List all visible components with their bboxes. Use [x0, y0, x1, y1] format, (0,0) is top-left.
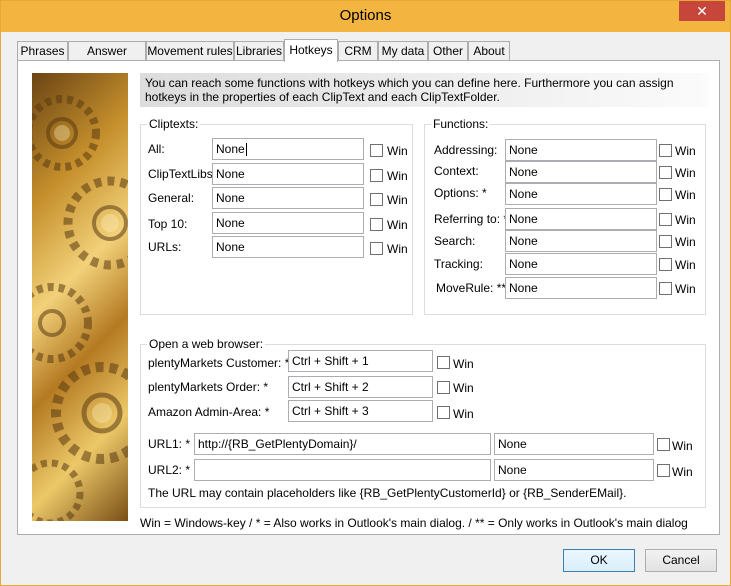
function-referring-win-checkbox[interactable] [659, 213, 672, 226]
plenty-order-win-label: Win [453, 381, 474, 395]
footnote: Win = Windows-key / * = Also works in Ou… [140, 516, 688, 530]
cliptext-general-input[interactable]: None [212, 187, 364, 209]
function-search-win-label: Win [675, 235, 696, 249]
cancel-button[interactable]: Cancel [645, 549, 717, 572]
tab-answer-details[interactable]: Answer details [68, 41, 146, 76]
function-context-win-checkbox[interactable] [659, 166, 672, 179]
url1-label: URL1: * [148, 437, 191, 451]
tab-phrases[interactable]: Phrases [17, 41, 68, 61]
functions-group: Functions: Addressing: None Win Context:… [424, 117, 706, 315]
url2-label: URL2: * [148, 463, 191, 477]
cliptext-all-win-checkbox[interactable] [370, 144, 383, 157]
cliptext-libs-label: ClipTextLibs: [148, 167, 217, 181]
cliptext-top10-label: Top 10: [148, 217, 188, 231]
function-context-win-label: Win [675, 166, 696, 180]
cliptexts-group: Cliptexts: All: None Win ClipTextLibs: N… [140, 117, 413, 315]
cliptext-urls-input[interactable]: None [212, 236, 364, 258]
function-moverule-win-checkbox[interactable] [659, 282, 672, 295]
function-referring-label: Referring to: * [434, 212, 509, 226]
gears-icon [32, 95, 128, 521]
function-context-label: Context: [434, 164, 479, 178]
tab-libraries[interactable]: Libraries [234, 41, 284, 61]
tab-other[interactable]: Other [428, 41, 468, 61]
plenty-order-label: plentyMarkets Order: * [148, 380, 269, 394]
gears-image [32, 73, 128, 521]
function-addressing-input[interactable]: None [505, 139, 657, 161]
url-placeholder-note: The URL may contain placeholders like {R… [148, 486, 627, 500]
functions-title: Functions: [431, 117, 491, 131]
web-browser-title: Open a web browser: [147, 337, 266, 351]
hotkeys-panel: You can reach some functions with hotkey… [17, 60, 720, 535]
function-tracking-label: Tracking: [434, 257, 483, 271]
function-options-win-checkbox[interactable] [659, 188, 672, 201]
cliptext-libs-win-checkbox[interactable] [370, 169, 383, 182]
function-options-input[interactable]: None [505, 183, 657, 205]
cliptext-all-label: All: [148, 142, 165, 156]
function-addressing-win-checkbox[interactable] [659, 144, 672, 157]
cliptext-all-win-label: Win [387, 144, 408, 158]
cliptext-urls-win-label: Win [387, 242, 408, 256]
title-bar[interactable]: Options ✕ [1, 1, 730, 32]
url1-win-checkbox[interactable] [657, 438, 670, 451]
amazon-admin-win-label: Win [453, 407, 474, 421]
function-addressing-label: Addressing: [434, 143, 498, 157]
function-context-input[interactable]: None [505, 161, 657, 183]
cliptext-libs-win-label: Win [387, 169, 408, 183]
url1-hotkey-input[interactable]: None [494, 433, 654, 455]
cliptext-general-win-checkbox[interactable] [370, 193, 383, 206]
cliptexts-title: Cliptexts: [147, 117, 201, 131]
plenty-customer-win-checkbox[interactable] [437, 356, 450, 369]
close-icon[interactable]: ✕ [679, 1, 725, 21]
function-moverule-input[interactable]: None [505, 277, 657, 299]
plenty-order-win-checkbox[interactable] [437, 381, 450, 394]
function-search-win-checkbox[interactable] [659, 235, 672, 248]
tab-movement-rules[interactable]: Movement rules [146, 41, 234, 61]
url1-input[interactable]: http://{RB_GetPlentyDomain}/ [194, 433, 491, 455]
function-tracking-win-checkbox[interactable] [659, 258, 672, 271]
function-moverule-win-label: Win [675, 282, 696, 296]
function-search-input[interactable]: None [505, 230, 657, 252]
url2-input[interactable] [194, 459, 491, 481]
ok-button[interactable]: OK [563, 549, 635, 572]
plenty-order-input[interactable]: Ctrl + Shift + 2 [288, 376, 433, 398]
function-referring-win-label: Win [675, 213, 696, 227]
amazon-admin-label: Amazon Admin-Area: * [148, 405, 270, 419]
cliptext-top10-input[interactable]: None [212, 212, 364, 234]
plenty-customer-label: plentyMarkets Customer: * [148, 356, 290, 370]
url1-win-label: Win [672, 439, 693, 453]
cliptext-top10-win-checkbox[interactable] [370, 218, 383, 231]
tab-hotkeys[interactable]: Hotkeys [284, 39, 338, 62]
cliptext-urls-win-checkbox[interactable] [370, 242, 383, 255]
function-referring-input[interactable]: None [505, 208, 657, 230]
function-options-label: Options: * [434, 186, 487, 200]
plenty-customer-win-label: Win [453, 357, 474, 371]
info-banner: You can reach some functions with hotkey… [140, 73, 709, 107]
cliptext-top10-win-label: Win [387, 218, 408, 232]
function-moverule-label: MoveRule: ** [436, 281, 507, 295]
cliptext-libs-input[interactable]: None [212, 163, 364, 185]
cliptext-general-win-label: Win [387, 193, 408, 207]
amazon-admin-input[interactable]: Ctrl + Shift + 3 [288, 400, 433, 422]
web-browser-group: Open a web browser: plentyMarkets Custom… [140, 337, 706, 508]
url2-hotkey-input[interactable]: None [494, 459, 654, 481]
tab-my-data[interactable]: My data [378, 41, 428, 61]
function-addressing-win-label: Win [675, 144, 696, 158]
cliptext-all-input[interactable]: None [212, 138, 364, 160]
amazon-admin-win-checkbox[interactable] [437, 406, 450, 419]
function-options-win-label: Win [675, 188, 696, 202]
url2-win-label: Win [672, 465, 693, 479]
function-tracking-win-label: Win [675, 258, 696, 272]
cliptext-general-label: General: [148, 191, 195, 205]
function-search-label: Search: [434, 234, 476, 248]
options-window: Options ✕ Phrases Answer details Movemen… [0, 0, 731, 586]
cliptext-urls-label: URLs: [148, 240, 182, 254]
plenty-customer-input[interactable]: Ctrl + Shift + 1 [288, 350, 433, 372]
tab-about[interactable]: About [468, 41, 510, 61]
url2-win-checkbox[interactable] [657, 464, 670, 477]
window-title: Options [339, 7, 392, 24]
function-tracking-input[interactable]: None [505, 253, 657, 275]
tab-crm[interactable]: CRM [338, 41, 378, 61]
